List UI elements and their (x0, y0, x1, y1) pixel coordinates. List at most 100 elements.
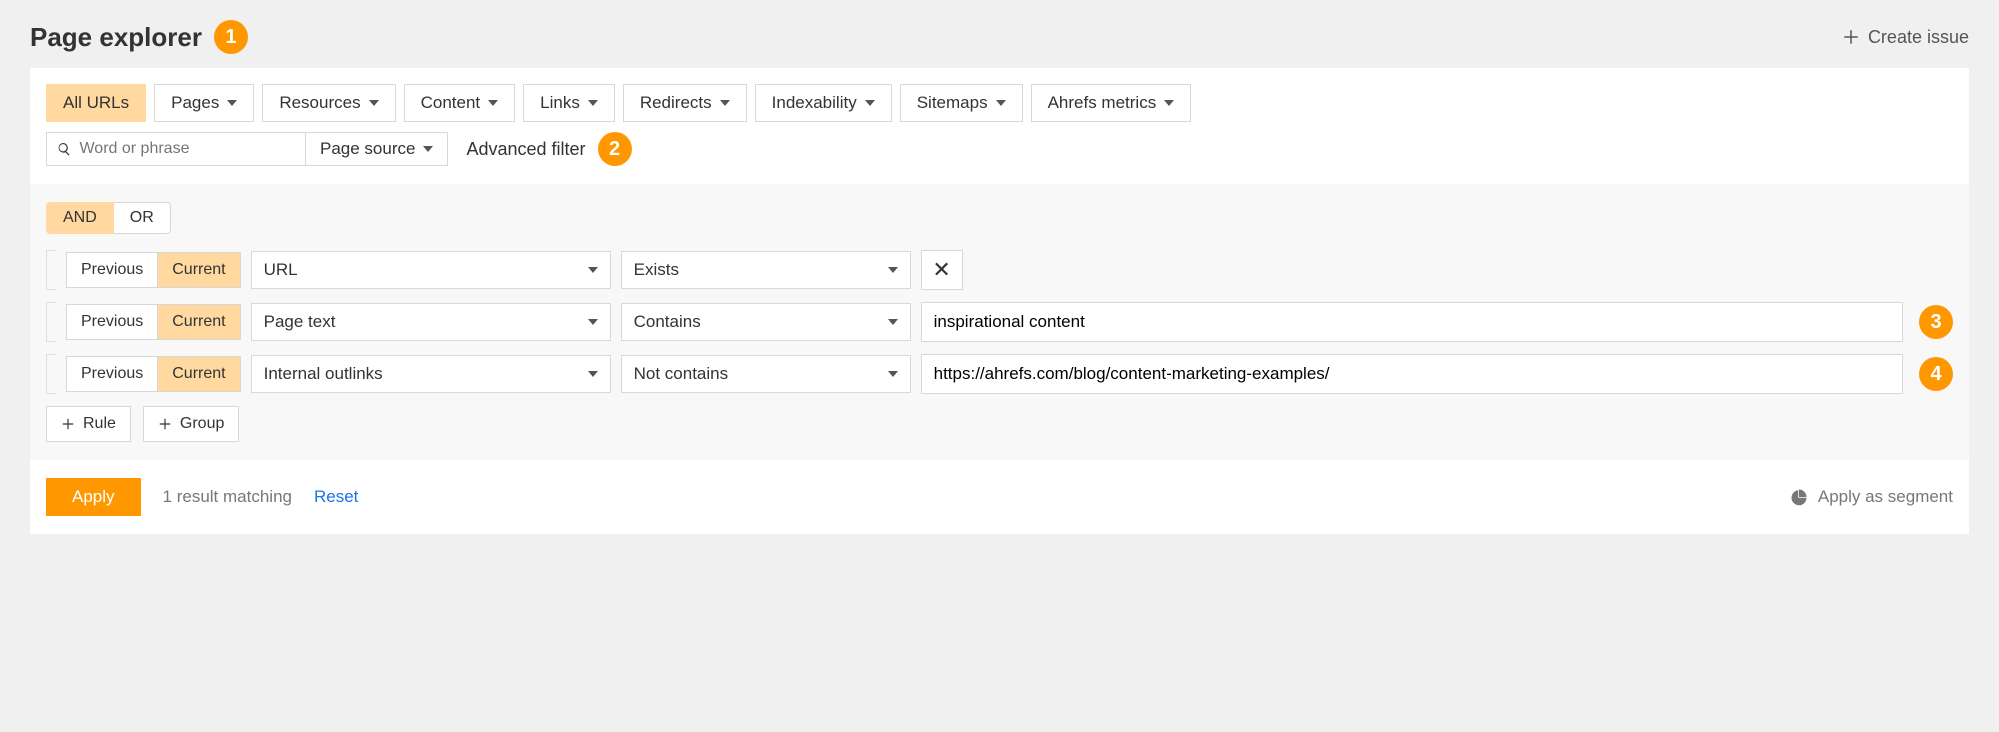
rule-row-2: Previous Current Page text Contains 3 (46, 302, 1953, 342)
operator-select-1[interactable]: Exists (621, 251, 911, 289)
tab-links-label: Links (540, 93, 580, 113)
chevron-down-icon (588, 319, 598, 325)
search-group: Page source (46, 132, 448, 166)
annotation-wrap-3: 3 (1913, 305, 1953, 339)
value-input-3[interactable] (921, 354, 1903, 394)
field-select-3[interactable]: Internal outlinks (251, 355, 611, 393)
add-rule-button[interactable]: Rule (46, 406, 131, 442)
title-wrap: Page explorer 1 (30, 20, 248, 54)
chevron-down-icon (888, 371, 898, 377)
search-icon (57, 141, 71, 157)
chevron-down-icon (227, 100, 237, 106)
tab-redirects-label: Redirects (640, 93, 712, 113)
logic-toggle: AND OR (46, 202, 1953, 234)
plus-icon (61, 417, 75, 431)
plus-icon (158, 417, 172, 431)
reset-link[interactable]: Reset (314, 487, 358, 507)
operator-select-3[interactable]: Not contains (621, 355, 911, 393)
chevron-down-icon (888, 267, 898, 273)
add-rule-label: Rule (83, 415, 116, 433)
current-button[interactable]: Current (158, 304, 240, 340)
annotation-3: 3 (1919, 305, 1953, 339)
tab-sitemaps[interactable]: Sitemaps (900, 84, 1023, 122)
apply-as-segment-button[interactable]: Apply as segment (1790, 487, 1953, 507)
search-input-wrap (46, 132, 306, 166)
close-icon: ✕ (932, 257, 950, 283)
annotation-wrap-4: 4 (1913, 357, 1953, 391)
current-button[interactable]: Current (158, 356, 240, 392)
prev-current-toggle: Previous Current (66, 252, 241, 288)
tab-indexability[interactable]: Indexability (755, 84, 892, 122)
operator-select-2-label: Contains (634, 312, 701, 332)
chevron-down-icon (996, 100, 1006, 106)
tab-content[interactable]: Content (404, 84, 516, 122)
annotation-1: 1 (214, 20, 248, 54)
logic-or[interactable]: OR (114, 202, 171, 234)
tab-pages-label: Pages (171, 93, 219, 113)
rule-row-1: Previous Current URL Exists ✕ (46, 250, 1953, 290)
rule-bracket (46, 302, 56, 342)
pie-chart-icon (1790, 488, 1808, 506)
annotation-2: 2 (598, 132, 632, 166)
rule-bracket (46, 354, 56, 394)
remove-rule-button[interactable]: ✕ (921, 250, 963, 290)
value-input-2[interactable] (921, 302, 1903, 342)
chevron-down-icon (720, 100, 730, 106)
footer-left: Apply 1 result matching Reset (46, 478, 358, 516)
header-row: Page explorer 1 Create issue (0, 0, 1999, 68)
page-title: Page explorer (30, 22, 202, 53)
create-issue-button[interactable]: Create issue (1842, 27, 1969, 48)
page: Page explorer 1 Create issue All URLs Pa… (0, 0, 1999, 534)
search-input[interactable] (79, 140, 295, 158)
field-select-2[interactable]: Page text (251, 303, 611, 341)
tab-resources[interactable]: Resources (262, 84, 395, 122)
footer-row: Apply 1 result matching Reset Apply as s… (30, 460, 1969, 534)
field-select-1-label: URL (264, 260, 298, 280)
field-select-1[interactable]: URL (251, 251, 611, 289)
result-count: 1 result matching (163, 487, 292, 507)
operator-select-2[interactable]: Contains (621, 303, 911, 341)
chevron-down-icon (588, 100, 598, 106)
chevron-down-icon (1164, 100, 1174, 106)
tab-ahrefs-metrics-label: Ahrefs metrics (1048, 93, 1157, 113)
apply-button[interactable]: Apply (46, 478, 141, 516)
create-issue-label: Create issue (1868, 27, 1969, 48)
tab-indexability-label: Indexability (772, 93, 857, 113)
add-group-button[interactable]: Group (143, 406, 239, 442)
chevron-down-icon (588, 267, 598, 273)
operator-select-1-label: Exists (634, 260, 679, 280)
tab-redirects[interactable]: Redirects (623, 84, 747, 122)
rule-row-3: Previous Current Internal outlinks Not c… (46, 354, 1953, 394)
tab-pages[interactable]: Pages (154, 84, 254, 122)
filter-tabs: All URLs Pages Resources Content Links R… (30, 68, 1969, 132)
logic-and[interactable]: AND (46, 202, 114, 234)
prev-current-toggle: Previous Current (66, 356, 241, 392)
tab-resources-label: Resources (279, 93, 360, 113)
search-row: Page source Advanced filter 2 (30, 132, 1969, 184)
rule-bracket (46, 250, 56, 290)
chevron-down-icon (588, 371, 598, 377)
prev-button[interactable]: Previous (66, 356, 158, 392)
field-select-2-label: Page text (264, 312, 336, 332)
add-group-label: Group (180, 415, 224, 433)
page-source-select[interactable]: Page source (306, 132, 448, 166)
tab-all-urls[interactable]: All URLs (46, 84, 146, 122)
chevron-down-icon (423, 146, 433, 152)
tab-sitemaps-label: Sitemaps (917, 93, 988, 113)
page-source-label: Page source (320, 139, 415, 159)
add-buttons-row: Rule Group (46, 406, 1953, 442)
chevron-down-icon (369, 100, 379, 106)
apply-as-segment-label: Apply as segment (1818, 487, 1953, 507)
filter-builder: AND OR Previous Current URL Exists (30, 184, 1969, 460)
current-button[interactable]: Current (158, 252, 240, 288)
advanced-filter-link[interactable]: Advanced filter (466, 139, 585, 160)
tab-ahrefs-metrics[interactable]: Ahrefs metrics (1031, 84, 1192, 122)
tab-content-label: Content (421, 93, 481, 113)
prev-button[interactable]: Previous (66, 304, 158, 340)
main-panel: All URLs Pages Resources Content Links R… (30, 68, 1969, 534)
tab-links[interactable]: Links (523, 84, 615, 122)
plus-icon (1842, 28, 1860, 46)
chevron-down-icon (865, 100, 875, 106)
prev-button[interactable]: Previous (66, 252, 158, 288)
operator-select-3-label: Not contains (634, 364, 729, 384)
